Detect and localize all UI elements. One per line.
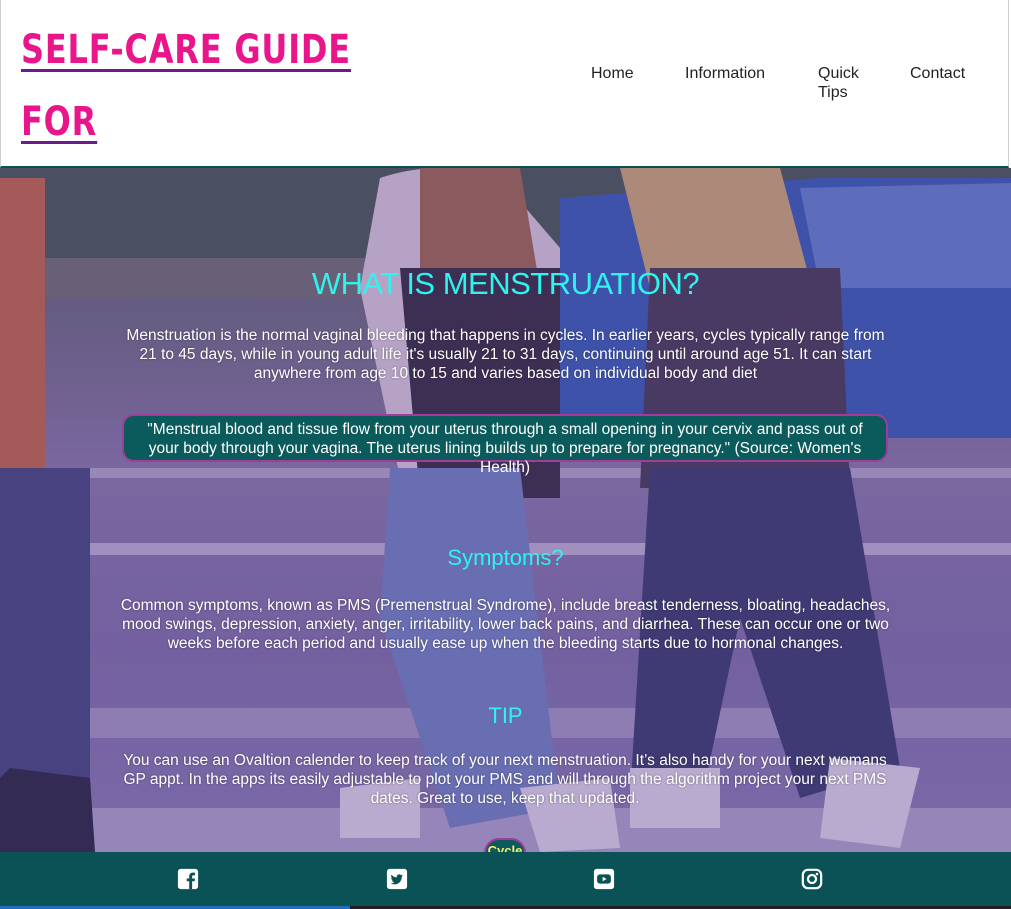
cycle-button[interactable]: Cycle bbox=[484, 838, 526, 852]
site-header: SELF-CARE GUIDE FOR YOUNG WOMAN Home Inf… bbox=[0, 0, 1010, 217]
page: SELF-CARE GUIDE FOR YOUNG WOMAN Home Inf… bbox=[0, 0, 1011, 909]
hero-content: WHAT IS MENSTRUATION? Menstruation is th… bbox=[0, 168, 1011, 852]
instagram-icon[interactable] bbox=[801, 868, 823, 890]
site-footer bbox=[0, 852, 1011, 909]
nav-home[interactable]: Home bbox=[591, 64, 634, 83]
intro-paragraph: Menstruation is the normal vaginal bleed… bbox=[126, 327, 885, 382]
hero-section: WHAT IS MENSTRUATION? Menstruation is th… bbox=[0, 168, 1011, 852]
nav-contact[interactable]: Contact bbox=[910, 64, 965, 83]
tip-paragraph: You can use an Ovaltion calender to keep… bbox=[123, 752, 887, 807]
nav-quick-tips[interactable]: Quick Tips bbox=[818, 64, 868, 102]
tip-heading: TIP bbox=[488, 703, 523, 728]
symptoms-heading: Symptoms? bbox=[447, 545, 564, 570]
facebook-icon[interactable] bbox=[177, 868, 199, 890]
main-heading: WHAT IS MENSTRUATION? bbox=[311, 266, 700, 301]
youtube-icon[interactable] bbox=[593, 868, 615, 890]
symptoms-paragraph: Common symptoms, known as PMS (Premenstr… bbox=[120, 597, 891, 652]
main-nav: Home Information Quick Tips Contact bbox=[1, 64, 1010, 124]
quote-box: "Menstrual blood and tissue flow from yo… bbox=[122, 414, 888, 476]
twitter-icon[interactable] bbox=[386, 868, 408, 890]
nav-information[interactable]: Information bbox=[685, 64, 765, 83]
